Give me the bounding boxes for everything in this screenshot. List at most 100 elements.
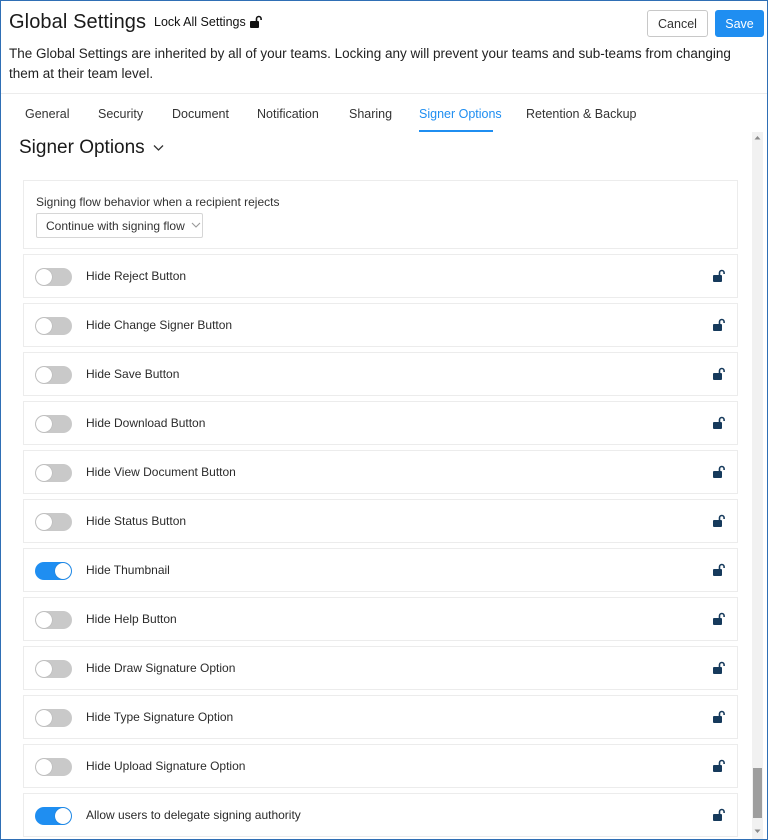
setting-row: Hide Reject Button xyxy=(23,254,738,298)
toggle-knob xyxy=(55,563,71,579)
toggle-knob xyxy=(36,416,52,432)
unlocked-padlock-icon xyxy=(713,465,725,478)
setting-lock-button[interactable] xyxy=(712,808,726,822)
setting-toggle[interactable] xyxy=(35,807,72,825)
page-header: Global Settings Lock All Settings Cancel… xyxy=(1,1,767,93)
settings-tabs: General Security Document Notification S… xyxy=(1,94,767,132)
toggle-knob xyxy=(36,465,52,481)
setting-toggle[interactable] xyxy=(35,464,72,482)
unlocked-padlock-icon xyxy=(713,710,725,723)
setting-lock-button[interactable] xyxy=(712,759,726,773)
reject-behavior-selected: Continue with signing flow xyxy=(46,218,185,233)
unlocked-padlock-icon xyxy=(713,612,725,625)
cancel-button[interactable]: Cancel xyxy=(647,10,708,37)
tab-signer-options[interactable]: Signer Options xyxy=(419,107,502,121)
lock-all-settings-button[interactable]: Lock All Settings xyxy=(154,15,263,29)
setting-lock-button[interactable] xyxy=(712,514,726,528)
unlocked-padlock-icon xyxy=(713,416,725,429)
tab-retention-backup[interactable]: Retention & Backup xyxy=(526,107,637,121)
setting-toggle[interactable] xyxy=(35,758,72,776)
setting-toggle[interactable] xyxy=(35,415,72,433)
save-button[interactable]: Save xyxy=(715,10,764,37)
toggle-knob xyxy=(36,710,52,726)
setting-label: Hide Download Button xyxy=(86,416,206,430)
toggle-knob xyxy=(55,808,71,824)
tab-security[interactable]: Security xyxy=(98,107,143,121)
setting-label: Hide Change Signer Button xyxy=(86,318,233,332)
reject-behavior-label: Signing flow behavior when a recipient r… xyxy=(36,195,280,209)
page-description: The Global Settings are inherited by all… xyxy=(9,46,731,81)
setting-lock-button[interactable] xyxy=(712,318,726,332)
setting-lock-button[interactable] xyxy=(712,710,726,724)
unlocked-padlock-icon xyxy=(249,15,262,28)
tab-notification[interactable]: Notification xyxy=(257,107,319,121)
setting-label: Hide Thumbnail xyxy=(86,563,170,577)
setting-row: Hide Status Button xyxy=(23,499,738,543)
scroll-up-arrow[interactable] xyxy=(752,132,763,143)
scrollbar[interactable] xyxy=(752,132,763,839)
tab-document[interactable]: Document xyxy=(172,107,229,121)
page-title: Global Settings xyxy=(9,11,147,33)
setting-lock-button[interactable] xyxy=(712,563,726,577)
toggle-knob xyxy=(36,269,52,285)
lock-all-label: Lock All Settings xyxy=(154,15,246,29)
setting-label: Hide Draw Signature Option xyxy=(86,661,236,675)
setting-lock-button[interactable] xyxy=(712,416,726,430)
setting-lock-button[interactable] xyxy=(712,269,726,283)
unlocked-padlock-icon xyxy=(713,367,725,380)
setting-lock-button[interactable] xyxy=(712,465,726,479)
toggle-knob xyxy=(36,612,52,628)
reject-behavior-dropdown[interactable]: Continue with signing flow xyxy=(36,213,203,238)
chevron-down-icon xyxy=(153,145,164,151)
unlocked-padlock-icon xyxy=(713,759,725,772)
setting-toggle[interactable] xyxy=(35,611,72,629)
unlocked-padlock-icon xyxy=(713,661,725,674)
toggle-knob xyxy=(36,367,52,383)
unlocked-padlock-icon xyxy=(713,269,725,282)
tab-general[interactable]: General xyxy=(25,107,69,121)
setting-row: Hide Upload Signature Option xyxy=(23,744,738,788)
reject-behavior-card: Signing flow behavior when a recipient r… xyxy=(23,180,738,249)
setting-toggle[interactable] xyxy=(35,513,72,531)
scrollbar-thumb[interactable] xyxy=(753,768,762,818)
setting-lock-button[interactable] xyxy=(712,661,726,675)
setting-toggle[interactable] xyxy=(35,268,72,286)
setting-label: Hide Upload Signature Option xyxy=(86,759,246,773)
toggle-knob xyxy=(36,759,52,775)
setting-row: Hide Type Signature Option xyxy=(23,695,738,739)
setting-toggle[interactable] xyxy=(35,660,72,678)
setting-toggle[interactable] xyxy=(35,317,72,335)
section-title: Signer Options xyxy=(19,137,145,158)
setting-label: Hide Status Button xyxy=(86,514,187,528)
scroll-down-arrow[interactable] xyxy=(752,826,763,837)
unlocked-padlock-icon xyxy=(713,514,725,527)
section-title-toggle[interactable]: Signer Options xyxy=(19,137,164,159)
unlocked-padlock-icon xyxy=(713,563,725,576)
tab-sharing[interactable]: Sharing xyxy=(349,107,392,121)
setting-row: Hide Change Signer Button xyxy=(23,303,738,347)
unlocked-padlock-icon xyxy=(713,808,725,821)
setting-row: Hide Help Button xyxy=(23,597,738,641)
setting-toggle[interactable] xyxy=(35,562,72,580)
setting-toggle[interactable] xyxy=(35,709,72,727)
setting-label: Hide Reject Button xyxy=(86,269,187,283)
setting-label: Allow users to delegate signing authorit… xyxy=(86,808,301,822)
app-window: Global Settings Lock All Settings Cancel… xyxy=(0,0,768,840)
setting-toggle[interactable] xyxy=(35,366,72,384)
setting-row: Allow users to delegate signing authorit… xyxy=(23,793,738,837)
setting-row: Hide Download Button xyxy=(23,401,738,445)
setting-lock-button[interactable] xyxy=(712,612,726,626)
setting-row: Hide Thumbnail xyxy=(23,548,738,592)
setting-label: Hide Help Button xyxy=(86,612,177,626)
setting-label: Hide Save Button xyxy=(86,367,180,381)
toggle-knob xyxy=(36,318,52,334)
unlocked-padlock-icon xyxy=(713,318,725,331)
setting-row: Hide View Document Button xyxy=(23,450,738,494)
setting-label: Hide View Document Button xyxy=(86,465,236,479)
setting-row: Hide Save Button xyxy=(23,352,738,396)
toggle-knob xyxy=(36,514,52,530)
setting-row: Hide Draw Signature Option xyxy=(23,646,738,690)
setting-lock-button[interactable] xyxy=(712,367,726,381)
setting-label: Hide Type Signature Option xyxy=(86,710,234,724)
chevron-down-icon xyxy=(191,222,201,228)
